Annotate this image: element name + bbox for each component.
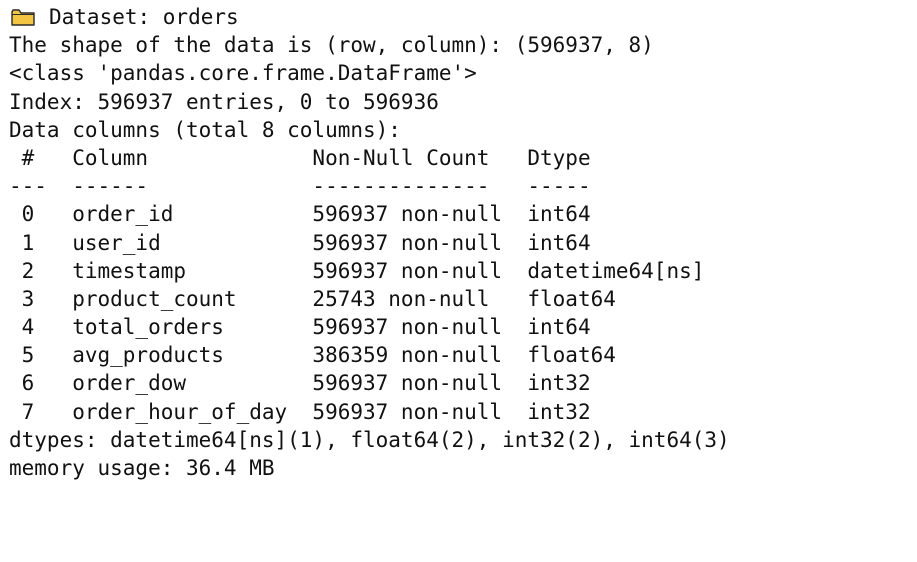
dataset-label: Dataset: orders [49,5,239,29]
table-row: 1 user_id 596937 non-null int64 [9,230,705,255]
notebook-output: Dataset: orders The shape of the data is… [0,0,917,562]
folder-icon [11,9,35,26]
table-row: 5 avg_products 386359 non-null float64 [9,343,705,368]
table-separator: --- ------ -------------- ----- [9,174,705,199]
table-row: 2 timestamp 596937 non-null datetime64[n… [9,258,705,283]
table-row: 6 order_dow 596937 non-null int32 [9,371,705,396]
index-line: Index: 596937 entries, 0 to 596936 [9,89,439,114]
table-row: 0 order_id 596937 non-null int64 [9,202,705,227]
data-columns-line: Data columns (total 8 columns): [9,117,401,142]
class-line: <class 'pandas.core.frame.DataFrame'> [9,61,477,86]
table-header: # Column Non-Null Count Dtype [9,145,705,170]
table-row: 3 product_count 25743 non-null float64 [9,286,705,311]
dataset-line: Dataset: orders [9,3,917,31]
table-row: 7 order_hour_of_day 596937 non-null int3… [9,399,705,424]
shape-line: The shape of the data is (row, column): … [9,33,654,58]
table-row: 4 total_orders 596937 non-null int64 [9,315,705,340]
dtypes-line: dtypes: datetime64[ns](1), float64(2), i… [9,427,730,452]
memory-usage-line: memory usage: 36.4 MB [9,456,275,480]
